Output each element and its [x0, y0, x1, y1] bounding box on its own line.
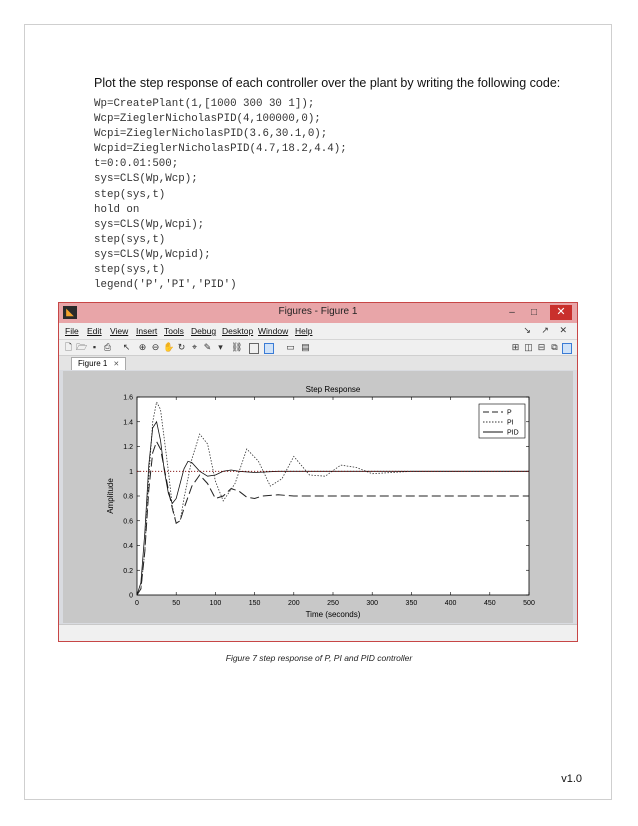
hide-plot-tools-icon[interactable]: ▭	[285, 342, 296, 353]
x-tick-label: 300	[366, 600, 378, 607]
code-line: step(sys,t)	[94, 188, 166, 201]
x-tick-label: 100	[210, 600, 222, 607]
menu-file[interactable]: File	[65, 326, 79, 336]
minimize-button[interactable]: –	[505, 306, 519, 319]
x-tick-label: 200	[288, 600, 300, 607]
code-line: Wcpi=ZieglerNicholasPID(3.6,30.1,0);	[94, 128, 328, 141]
link-icon[interactable]: ⛓	[231, 342, 242, 353]
legend-label-p: P	[507, 410, 512, 417]
tab-figure-1[interactable]: Figure 1 ✕	[71, 357, 127, 370]
show-plot-tools-icon[interactable]: ▤	[300, 342, 311, 353]
code-line: legend('P','PI','PID')	[94, 279, 237, 292]
step-response-plot[interactable]: Step Response Time (seconds) Amplitude 0 50 1…	[63, 371, 575, 623]
x-tick-label: 50	[172, 600, 180, 607]
colorbar-icon[interactable]	[249, 343, 259, 354]
zoom-in-icon[interactable]: ⊕	[137, 342, 148, 353]
y-tick-label: 0	[129, 593, 133, 600]
dock-icon[interactable]	[562, 343, 572, 354]
left-right-icon[interactable]: ◫	[523, 342, 534, 353]
data-cursor-icon[interactable]: ⌖	[189, 342, 200, 353]
menu-bar: File Edit View Insert Tools Debug Deskto…	[59, 323, 577, 339]
y-tick-label: 1	[129, 469, 133, 476]
x-tick-label: 150	[249, 600, 261, 607]
menu-window[interactable]: Window	[258, 326, 288, 336]
x-tick-label: 400	[445, 600, 457, 607]
brush-dropdown-icon[interactable]: ▾	[215, 342, 226, 353]
x-tick-label: 0	[135, 600, 139, 607]
version-label: v1.0	[561, 773, 582, 785]
figure-caption: Figure 7 step response of P, PI and PID …	[225, 653, 413, 663]
rotate-icon[interactable]: ↻	[176, 342, 187, 353]
code-line: t=0:0.01:500;	[94, 158, 179, 171]
code-line: sys=CLS(Wp,Wcpid);	[94, 248, 211, 261]
code-line: step(sys,t)	[94, 233, 166, 246]
code-line: sys=CLS(Wp,Wcpi);	[94, 218, 205, 231]
y-tick-label: 0.8	[123, 494, 133, 501]
code-block: Wp=CreatePlant(1,[1000 300 30 1]); Wcp=Zi…	[94, 97, 347, 293]
legend-label-pid: PID	[507, 430, 519, 437]
top-bottom-icon[interactable]: ⊟	[536, 342, 547, 353]
menu-view[interactable]: View	[110, 326, 128, 336]
print-icon[interactable]: ⎙	[102, 342, 113, 353]
code-line: hold on	[94, 203, 140, 216]
intro-text: Plot the step response of each controlle…	[94, 76, 561, 90]
y-tick-label: 1.2	[123, 444, 133, 451]
x-axis-label: Time (seconds)	[306, 610, 361, 619]
tab-close-icon[interactable]: ✕	[113, 361, 119, 368]
x-tick-label: 500	[523, 600, 535, 607]
toolbar: 🗋 🗁 ▪ ⎙ ↖ ⊕ ⊖ ✋ ↻ ⌖ ✎ ▾ ⛓ ▭ ▤ ⊞ ◫ ⊟ ⧉	[59, 339, 577, 356]
window-title: Figures - Figure 1	[278, 306, 358, 317]
tile-icon[interactable]: ⊞	[510, 342, 521, 353]
code-line: Wcp=ZieglerNicholasPID(4,100000,0);	[94, 113, 321, 126]
tab-bar: Figure 1 ✕	[59, 355, 577, 370]
x-tick-label: 250	[327, 600, 339, 607]
code-line: step(sys,t)	[94, 264, 166, 277]
code-line: sys=CLS(Wp,Wcp);	[94, 173, 198, 186]
menu-edit[interactable]: Edit	[87, 326, 102, 336]
float-icon[interactable]: ⧉	[549, 342, 560, 353]
close-button[interactable]: ✕	[550, 305, 572, 320]
open-folder-icon[interactable]: 🗁	[76, 342, 87, 353]
save-icon[interactable]: ▪	[89, 342, 100, 353]
y-tick-label: 0.2	[123, 568, 133, 575]
chart-title: Step Response	[306, 385, 361, 394]
maximize-button[interactable]: □	[527, 306, 541, 319]
x-tick-label: 350	[406, 600, 418, 607]
figure-window: ◣ Figures - Figure 1 – □ ✕ File Edit Vie…	[58, 302, 578, 642]
figure-canvas[interactable]: Step Response Time (seconds) Amplitude 0 50 1…	[63, 371, 573, 623]
brush-icon[interactable]: ✎	[202, 342, 213, 353]
tab-label: Figure 1	[78, 359, 108, 368]
legend-label-pi: PI	[507, 420, 514, 427]
y-tick-label: 0.4	[123, 543, 133, 550]
new-file-icon[interactable]: 🗋	[63, 342, 74, 353]
status-bar	[59, 624, 577, 641]
menu-desktop[interactable]: Desktop	[222, 326, 253, 336]
pan-icon[interactable]: ✋	[163, 342, 174, 353]
x-tick-label: 450	[484, 600, 496, 607]
menu-debug[interactable]: Debug	[191, 326, 216, 336]
zoom-out-icon[interactable]: ⊖	[150, 342, 161, 353]
y-tick-label: 1.4	[123, 419, 133, 426]
code-line: Wp=CreatePlant(1,[1000 300 30 1]);	[94, 98, 315, 110]
menu-insert[interactable]: Insert	[136, 326, 157, 336]
legend-icon[interactable]	[264, 343, 274, 354]
code-line: Wcpid=ZieglerNicholasPID(4.7,18.2,4.4);	[94, 143, 347, 156]
menu-help[interactable]: Help	[295, 326, 312, 336]
y-tick-label: 1.6	[123, 395, 133, 402]
y-axis-label: Amplitude	[106, 478, 115, 514]
menu-dock-controls[interactable]: ↘ ↗ ✕	[523, 325, 571, 336]
arrow-pointer-icon[interactable]: ↖	[121, 342, 132, 353]
title-bar: ◣ Figures - Figure 1 – □ ✕	[59, 303, 577, 323]
menu-tools[interactable]: Tools	[164, 326, 184, 336]
y-tick-label: 0.6	[123, 518, 133, 525]
